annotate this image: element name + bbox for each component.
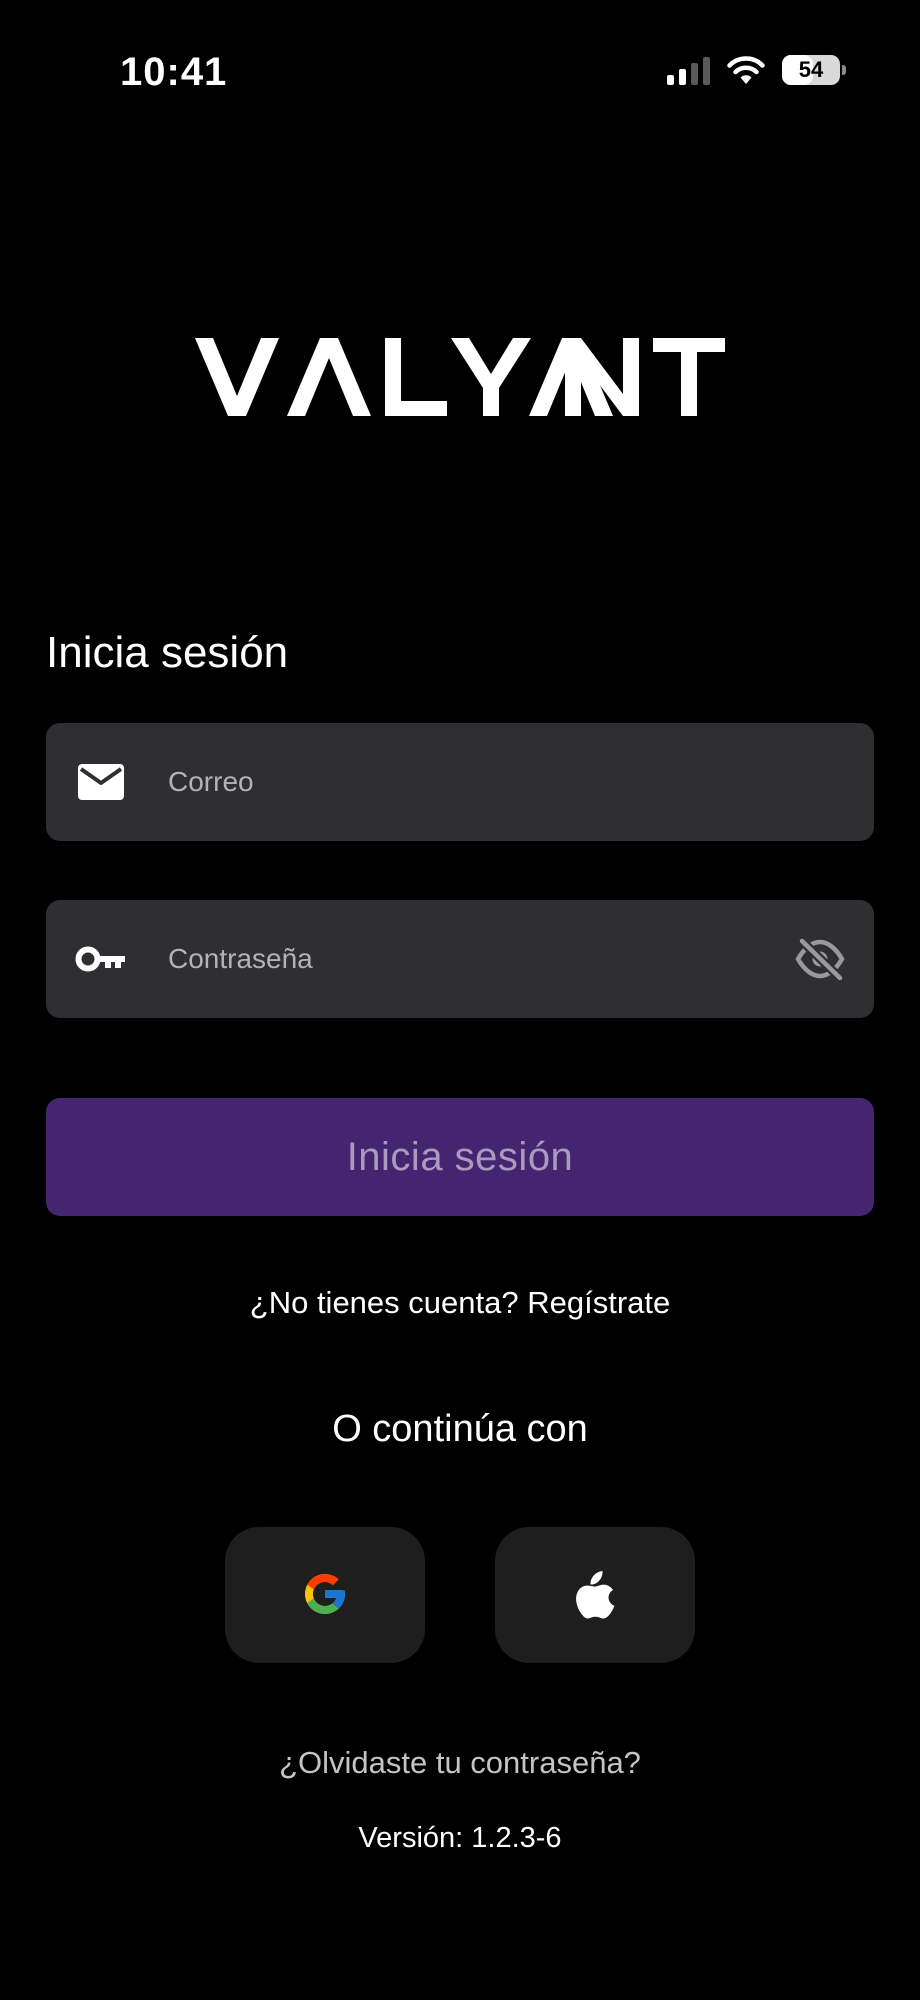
status-icons: 54: [667, 55, 846, 85]
email-input[interactable]: [166, 722, 874, 842]
password-input[interactable]: [166, 899, 792, 1019]
continue-with-label: O continúa con: [332, 1408, 588, 1450]
status-time: 10:41: [120, 50, 228, 94]
password-field[interactable]: [46, 899, 874, 1019]
key-icon: [74, 944, 128, 974]
cellular-signal-icon: [667, 55, 710, 85]
logo-letter-t: [653, 338, 725, 416]
battery-level: 54: [798, 57, 824, 82]
register-link[interactable]: Regístrate: [527, 1285, 670, 1320]
battery-icon: 54: [782, 55, 846, 85]
eye-off-icon[interactable]: [792, 937, 848, 981]
mail-icon: [74, 763, 128, 801]
email-field[interactable]: [46, 722, 874, 842]
google-icon: [301, 1570, 349, 1621]
valyant-logo: [195, 338, 725, 418]
login-button[interactable]: Inicia sesión: [46, 1098, 874, 1216]
app-version: Versión: 1.2.3-6: [358, 1822, 562, 1854]
login-title: Inicia sesión: [46, 628, 289, 677]
apple-icon: [573, 1569, 617, 1622]
forgot-password-link[interactable]: ¿Olvidaste tu contraseña?: [0, 1745, 920, 1781]
register-question: ¿No tienes cuenta?: [249, 1285, 519, 1320]
apple-login-button[interactable]: [495, 1527, 695, 1663]
status-bar: 10:41 54: [0, 0, 920, 150]
google-login-button[interactable]: [225, 1527, 425, 1663]
register-prompt: ¿No tienes cuenta? Regístrate: [0, 1285, 920, 1321]
wifi-icon: [726, 55, 766, 85]
